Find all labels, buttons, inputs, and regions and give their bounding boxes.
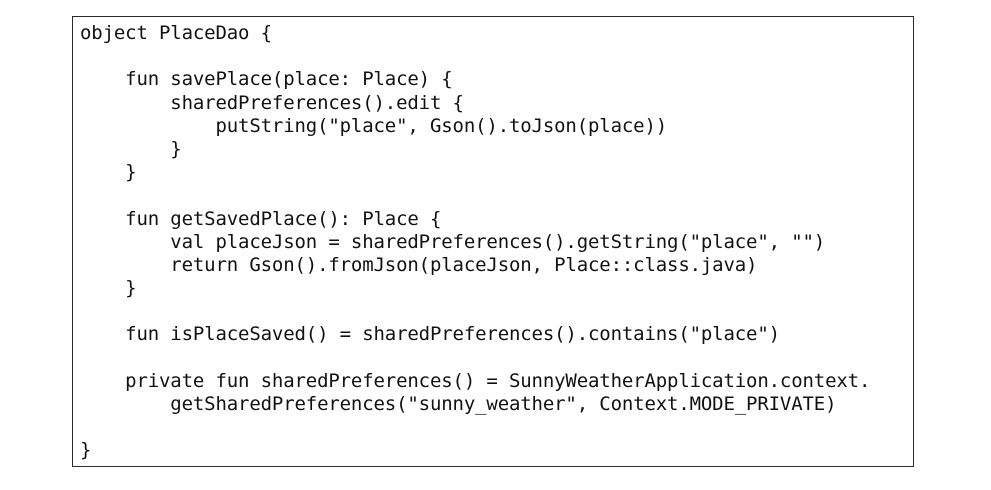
code-line: private fun sharedPreferences() = SunnyW… — [80, 369, 871, 392]
code-line: putString("place", Gson().toJson(place)) — [80, 114, 668, 137]
code-line: } — [80, 439, 92, 462]
code-line: } — [80, 137, 182, 160]
code-line: object PlaceDao { — [80, 22, 272, 44]
code-line: } — [80, 161, 137, 184]
code-line: fun isPlaceSaved() = sharedPreferences()… — [80, 323, 780, 346]
code-block: object PlaceDao { fun savePlace(place: P… — [80, 22, 870, 463]
code-line: fun getSavedPlace(): Place { — [80, 207, 442, 230]
code-line: return Gson().fromJson(placeJson, Place:… — [80, 253, 758, 276]
code-line: fun savePlace(place: Place) { — [80, 68, 453, 91]
code-line: } — [80, 277, 137, 300]
code-line: sharedPreferences().edit { — [80, 91, 464, 114]
code-listing-box: object PlaceDao { fun savePlace(place: P… — [72, 16, 914, 467]
code-line: val placeJson = sharedPreferences().getS… — [80, 230, 826, 253]
code-line: getSharedPreferences("sunny_weather", Co… — [80, 393, 837, 415]
